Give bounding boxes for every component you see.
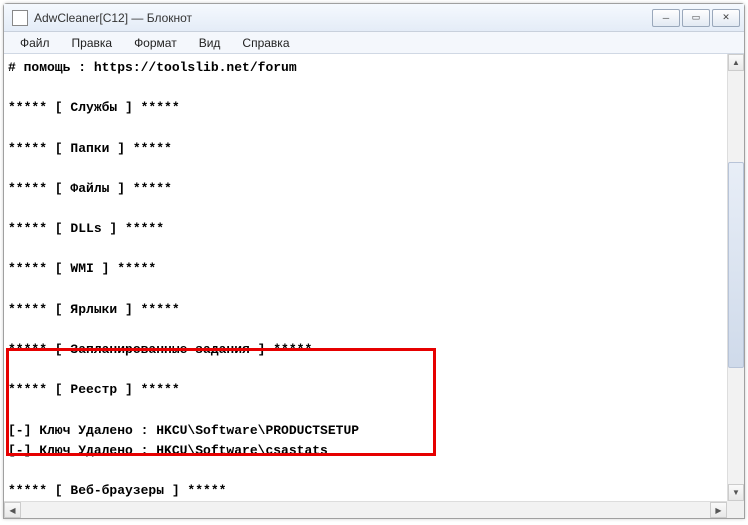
app-icon — [12, 10, 28, 26]
titlebar[interactable]: AdwCleaner[C12] — Блокнот ─ ▭ ✕ — [4, 4, 744, 32]
scroll-down-button[interactable]: ▼ — [728, 484, 744, 501]
menu-format[interactable]: Формат — [124, 34, 187, 52]
minimize-button[interactable]: ─ — [652, 9, 680, 27]
vertical-scrollbar: ▲ ▼ — [727, 54, 744, 501]
maximize-button[interactable]: ▭ — [682, 9, 710, 27]
scroll-track-vertical[interactable] — [728, 71, 744, 484]
scroll-left-button[interactable]: ◀ — [4, 502, 21, 518]
scroll-track-horizontal[interactable] — [21, 502, 710, 518]
menu-edit[interactable]: Правка — [62, 34, 123, 52]
scroll-up-button[interactable]: ▲ — [728, 54, 744, 71]
window-title: AdwCleaner[C12] — Блокнот — [34, 11, 652, 25]
close-button[interactable]: ✕ — [712, 9, 740, 27]
menubar: Файл Правка Формат Вид Справка — [4, 32, 744, 54]
content-area: # помощь : https://toolslib.net/forum **… — [4, 54, 744, 501]
scroll-right-button[interactable]: ▶ — [710, 502, 727, 518]
bottom-scroll-row: ◀ ▶ — [4, 501, 744, 518]
notepad-window: AdwCleaner[C12] — Блокнот ─ ▭ ✕ Файл Пра… — [3, 3, 745, 519]
scroll-thumb-vertical[interactable] — [728, 162, 744, 369]
menu-view[interactable]: Вид — [189, 34, 231, 52]
text-editor[interactable]: # помощь : https://toolslib.net/forum **… — [4, 54, 727, 501]
horizontal-scrollbar: ◀ ▶ — [4, 501, 727, 518]
menu-help[interactable]: Справка — [232, 34, 299, 52]
window-controls: ─ ▭ ✕ — [652, 9, 740, 27]
menu-file[interactable]: Файл — [10, 34, 60, 52]
scrollbar-corner — [727, 501, 744, 518]
